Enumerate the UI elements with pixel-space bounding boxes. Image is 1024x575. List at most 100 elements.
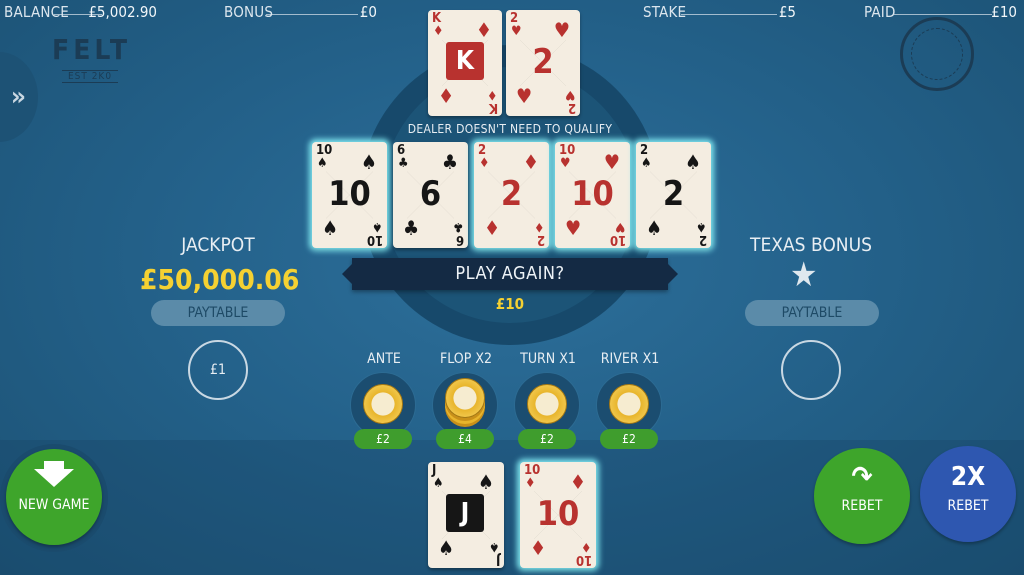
card-suit-icon: ♠: [488, 539, 500, 554]
card-face: K: [446, 42, 484, 80]
card-rank: 10: [366, 232, 383, 247]
card-suit-icon: ♦: [433, 24, 444, 39]
card-rank: 2: [698, 232, 707, 247]
jackpot-paytable-button[interactable]: PAYTABLE: [151, 300, 285, 326]
double-rebet-top: 2X: [950, 462, 986, 492]
card-suit-icon: ♦: [533, 219, 545, 234]
card-suit-icon: ♠: [695, 219, 707, 234]
balance-value: £5,002.90: [88, 3, 157, 21]
divider: [894, 14, 992, 15]
card-suit-icon: ♥: [553, 18, 570, 42]
ante-amount: £2: [354, 429, 412, 449]
jackpot-bet-spot[interactable]: £1: [188, 340, 248, 400]
card-suit-icon: ♣: [452, 219, 464, 234]
card-suit-icon: ♠: [360, 150, 377, 174]
new-game-button[interactable]: NEW GAME: [6, 449, 102, 545]
card-rank: 6: [455, 232, 464, 247]
card-center-rank: 2: [500, 174, 523, 214]
card-suit-icon: ♥: [516, 84, 533, 108]
card-suit-icon: ♠: [646, 216, 663, 240]
card-suit-icon: ♠: [433, 476, 444, 491]
star-icon: ★: [790, 255, 818, 295]
arrow-down-icon: [34, 469, 74, 487]
seal-logo-icon: [900, 17, 974, 91]
dealer-card: 2 ♥ 2 ♥ ♥ ♥ 2: [506, 10, 580, 116]
turn-amount: £2: [518, 429, 576, 449]
player-card: J ♠ J ♠ ♠ ♠ J: [428, 462, 504, 568]
card-suit-icon: ♦: [580, 539, 592, 554]
play-again-banner[interactable]: PLAY AGAIN?: [342, 258, 678, 290]
card-suit-icon: ♥: [511, 24, 522, 39]
menu-button[interactable]: »: [0, 52, 38, 142]
divider: [681, 14, 777, 15]
bonus-stat: BONUS £0: [224, 3, 377, 21]
dealer-card: K ♦ K ♦ ♦ ♦ K: [428, 10, 502, 116]
card-suit-icon: ♠: [641, 156, 652, 171]
felt-logo: FELT EST 2K0: [52, 36, 128, 86]
card-suit-icon: ♦: [486, 87, 498, 102]
card-center-rank: 6: [419, 174, 442, 214]
card-suit-icon: ♣: [441, 150, 458, 174]
double-rebet-label: REBET: [947, 498, 989, 514]
card-suit-icon: ♣: [403, 216, 420, 240]
texas-bonus-paytable-button[interactable]: PAYTABLE: [745, 300, 879, 326]
community-card: 10 ♥ 10 ♥ ♥ ♥ 10: [555, 142, 630, 248]
community-card: 2 ♦ 2 ♦ ♦ ♦ 2: [474, 142, 549, 248]
balance-stat: BALANCE £5,002.90: [4, 3, 157, 21]
stake-stat: STAKE £5: [643, 3, 796, 21]
jackpot-title: JACKPOT: [181, 234, 255, 256]
community-card: 2 ♠ 2 ♠ ♠ ♠ 2: [636, 142, 711, 248]
double-rebet-button[interactable]: 2X REBET: [920, 446, 1016, 542]
card-center-rank: 10: [328, 174, 371, 214]
jackpot-amount: £50,000.06: [140, 263, 300, 296]
card-rank: 2: [536, 232, 545, 247]
ante-label: ANTE: [367, 351, 401, 367]
bonus-value: £0: [359, 3, 377, 21]
card-suit-icon: ♦: [569, 470, 586, 494]
card-suit-icon: ♦: [479, 156, 490, 171]
balance-label: BALANCE: [4, 3, 70, 21]
card-suit-icon: ♦: [522, 150, 539, 174]
card-suit-icon: ♥: [560, 156, 571, 171]
card-suit-icon: ♠: [477, 470, 494, 494]
card-rank: K: [488, 100, 498, 115]
rebet-arrow-icon: ↷: [851, 460, 873, 493]
card-suit-icon: ♦: [438, 84, 455, 108]
card-suit-icon: ♠: [317, 156, 328, 171]
card-suit-icon: ♥: [614, 219, 626, 234]
stake-label: STAKE: [643, 3, 687, 21]
card-rank: 2: [567, 100, 576, 115]
flop-amount: £4: [436, 429, 494, 449]
card-suit-icon: ♥: [564, 87, 576, 102]
card-suit-icon: ♦: [475, 18, 492, 42]
texas-bonus-title: TEXAS BONUS: [750, 234, 872, 256]
community-card: 6 ♣ 6 ♣ ♣ ♣ 6: [393, 142, 468, 248]
stake-value: £5: [778, 3, 796, 21]
player-card: 10 ♦ 10 ♦ ♦ ♦ 10: [520, 462, 596, 568]
card-center-rank: 2: [662, 174, 685, 214]
card-center-rank: 2: [532, 42, 554, 82]
logo-name: FELT: [52, 33, 132, 66]
bonus-label: BONUS: [224, 3, 274, 21]
card-suit-icon: ♠: [371, 219, 383, 234]
card-face: J: [446, 494, 484, 532]
flop-label: FLOP X2: [440, 351, 492, 367]
card-suit-icon: ♣: [398, 156, 409, 171]
card-suit-icon: ♠: [322, 216, 339, 240]
rebet-label: REBET: [841, 498, 883, 514]
rebet-button[interactable]: ↷ REBET: [814, 448, 910, 544]
paid-label: PAID: [864, 3, 896, 21]
card-suit-icon: ♦: [530, 536, 547, 560]
card-suit-icon: ♥: [603, 150, 620, 174]
card-suit-icon: ♠: [684, 150, 701, 174]
paid-value: £10: [991, 3, 1017, 21]
card-center-rank: 10: [571, 174, 614, 214]
logo-sub: EST 2K0: [61, 70, 119, 83]
texas-bonus-bet-spot[interactable]: [781, 340, 841, 400]
double-chevron-right-icon: »: [10, 82, 26, 112]
win-amount: £10: [495, 295, 525, 313]
chip-stack-icon: [445, 378, 485, 418]
card-suit-icon: ♦: [484, 216, 501, 240]
card-suit-icon: ♦: [525, 476, 536, 491]
river-label: RIVER X1: [600, 351, 660, 367]
